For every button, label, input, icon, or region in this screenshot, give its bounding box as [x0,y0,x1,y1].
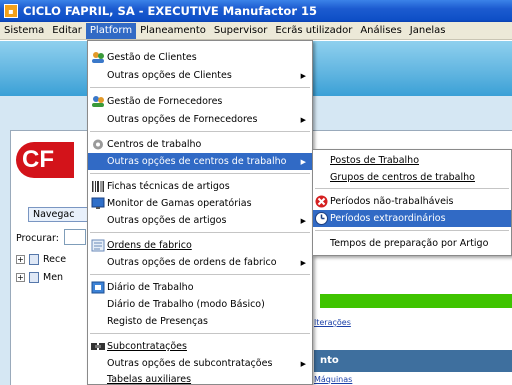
clock-icon [315,212,329,225]
menu-separator [315,230,509,231]
menu-item-tabelas-auxiliares[interactable]: Tabelas auxiliares [88,371,312,385]
menu-item-monitor-gamas[interactable]: Monitor de Gamas operatórias [88,195,312,212]
menu-separator [90,87,310,88]
link-alteracoes[interactable]: lterações [314,318,351,327]
cancel-icon [315,195,329,208]
submenu-arrow-icon: ▶ [300,258,306,267]
link-maquinas[interactable]: Máquinas [314,375,352,384]
menu-item-ordens-fabrico[interactable]: Ordens de fabrico [88,237,312,254]
menu-item-subcontratacoes[interactable]: Subcontratações [88,338,312,355]
menu-separator [90,333,310,334]
menu-sistema[interactable]: Sistema [0,23,48,39]
menu-separator [90,173,310,174]
submenu-arrow-icon: ▶ [300,359,306,368]
menu-item-diario-trabalho[interactable]: Diário de Trabalho [88,279,312,296]
menu-planeamento[interactable]: Planeamento [136,23,210,39]
menu-item-centros-trabalho[interactable]: Centros de trabalho [88,136,312,153]
tree-node-rece[interactable]: + Rece [16,254,66,265]
menu-item-outras-subcontratacoes[interactable]: Outras opções de subcontratações ▶ [88,355,312,372]
submenu-item-grupos-centros[interactable]: Grupos de centros de trabalho [313,169,511,186]
menu-platform[interactable]: Platform [85,22,137,39]
submenu-arrow-icon: ▶ [300,216,306,225]
title-bar: ▪ CICLO FAPRIL, SA - EXECUTIVE Manufacto… [0,0,512,22]
centros-submenu: Postos de Trabalho Grupos de centros de … [312,149,512,256]
window-title: CICLO FAPRIL, SA - EXECUTIVE Manufactor … [23,4,317,18]
menu-separator [90,131,310,132]
search-input[interactable] [64,229,86,245]
menu-item-outras-clientes[interactable]: Outras opções de Clientes ▶ [88,67,312,84]
people-icon [91,95,105,108]
platform-menu: Gestão de Clientes Outras opções de Clie… [87,40,313,385]
expand-icon[interactable]: + [16,273,25,282]
submenu-item-periodos-nao-trabalhaveis[interactable]: Períodos não-trabalháveis [313,193,511,210]
submenu-arrow-icon: ▶ [300,115,306,124]
submenu-item-tempos-preparacao[interactable]: Tempos de preparação por Artigo [313,235,511,252]
menu-item-registo-presencas[interactable]: Registo de Presenças [88,313,312,330]
menu-item-outras-fornecedores[interactable]: Outras opções de Fornecedores ▶ [88,111,312,128]
menu-item-fichas-tecnicas[interactable]: Fichas técnicas de artigos [88,178,312,195]
submenu-item-periodos-extraordinarios[interactable]: Períodos extraordinários [313,210,511,227]
menu-separator [90,232,310,233]
menu-janelas[interactable]: Janelas [406,23,450,39]
app-icon: ▪ [4,4,18,18]
menu-ecras-utilizador[interactable]: Ecrãs utilizador [271,23,356,39]
menu-item-diario-basico[interactable]: Diário de Trabalho (modo Básico) [88,296,312,313]
document-icon [91,239,105,252]
menu-item-outras-artigos[interactable]: Outras opções de artigos ▶ [88,212,312,229]
journal-icon [91,281,105,294]
menu-separator [90,274,310,275]
menu-item-outras-centros[interactable]: Outras opções de centros de trabalho ▶ [88,153,312,170]
menu-item-gestao-clientes[interactable]: Gestão de Clientes [88,49,312,66]
menu-analises[interactable]: Análises [356,23,405,39]
submenu-arrow-icon: ▶ [300,71,306,80]
submenu-arrow-icon: ▶ [300,157,306,166]
menu-separator [315,188,509,189]
menu-item-outras-ordens[interactable]: Outras opções de ordens de fabrico ▶ [88,254,312,271]
search-label: Procurar: [16,233,59,244]
menu-bar: Sistema Editar Platform Planeamento Supe… [0,22,512,40]
barcode-icon [91,180,105,193]
list-icon [29,254,39,265]
gear-icon [91,138,105,151]
tree-node-men[interactable]: + Men [16,272,63,283]
menu-item-gestao-fornecedores[interactable]: Gestão de Fornecedores [88,93,312,110]
menu-supervisor[interactable]: Supervisor [210,23,271,39]
expand-icon[interactable]: + [16,255,25,264]
company-logo: CF [16,142,74,178]
submenu-item-postos-trabalho[interactable]: Postos de Trabalho [313,152,511,169]
handshake-icon [91,340,105,353]
tab-navegacao[interactable]: Navegac [28,207,88,222]
people-icon [91,51,105,64]
menu-editar[interactable]: Editar [48,23,86,39]
section-header: nto [314,350,512,372]
monitor-icon [91,197,105,210]
folder-icon [29,272,39,283]
status-bar-green [320,294,512,308]
